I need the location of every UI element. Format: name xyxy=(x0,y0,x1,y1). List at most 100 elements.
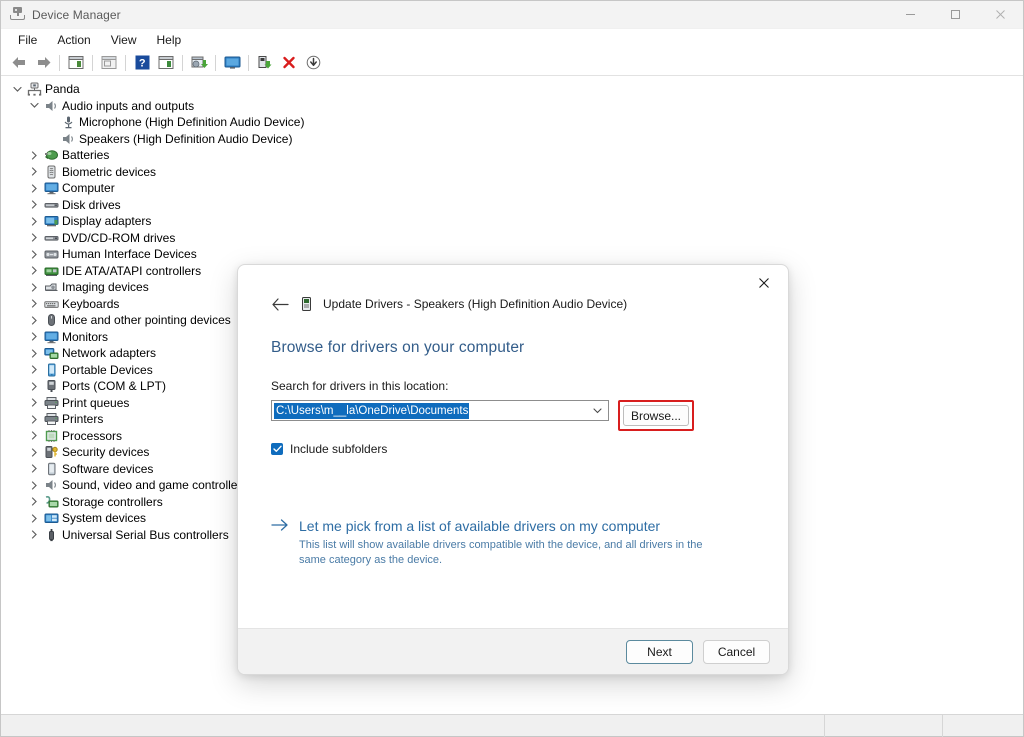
device-view-icon[interactable] xyxy=(154,52,178,74)
status-bar-pane-b xyxy=(943,715,1023,737)
disable-device-icon[interactable] xyxy=(301,52,325,74)
tree-item-label: Universal Serial Bus controllers xyxy=(60,528,229,542)
tree-item-label: Software devices xyxy=(60,462,153,476)
tree-item-label: Printers xyxy=(60,412,103,426)
tree-item[interactable]: Batteries xyxy=(1,147,1023,164)
pick-from-list-block[interactable]: Let me pick from a list of available dri… xyxy=(271,518,755,567)
driver-location-combobox[interactable]: C:\Users\m__la\OneDrive\Documents xyxy=(271,400,609,421)
chevron-right-icon[interactable] xyxy=(26,481,42,490)
tree-item[interactable]: Human Interface Devices xyxy=(1,246,1023,263)
keyboard-icon xyxy=(42,297,60,311)
menu-item-help[interactable]: Help xyxy=(148,31,191,49)
search-location-label: Search for drivers in this location: xyxy=(271,379,755,393)
chevron-right-icon[interactable] xyxy=(26,497,42,506)
chevron-right-icon[interactable] xyxy=(26,266,42,275)
chevron-right-icon[interactable] xyxy=(26,365,42,374)
tree-item-label: Sound, video and game controllers xyxy=(60,478,247,492)
chevron-right-icon[interactable] xyxy=(26,217,42,226)
chevron-right-icon[interactable] xyxy=(26,184,42,193)
enable-device-icon[interactable] xyxy=(253,52,277,74)
include-subfolders-checkbox[interactable] xyxy=(271,443,283,455)
device-tree-pane[interactable]: Panda Audio inputs and outputsMicrophone … xyxy=(1,76,1023,714)
tree-item[interactable]: Computer xyxy=(1,180,1023,197)
toolbar: ? xyxy=(1,50,1023,76)
chevron-right-icon[interactable] xyxy=(26,250,42,259)
status-bar-pane-a xyxy=(825,715,943,737)
chevron-right-icon[interactable] xyxy=(26,349,42,358)
tree-item[interactable]: Biometric devices xyxy=(1,164,1023,181)
menu-item-action[interactable]: Action xyxy=(48,31,99,49)
chevron-right-icon[interactable] xyxy=(26,398,42,407)
chevron-down-icon[interactable] xyxy=(26,102,42,109)
menu-item-view[interactable]: View xyxy=(102,31,146,49)
chevron-right-icon[interactable] xyxy=(26,299,42,308)
port-icon xyxy=(42,379,60,393)
tree-item[interactable]: Speakers (High Definition Audio Device) xyxy=(1,131,1023,148)
dialog-back-icon[interactable] xyxy=(271,295,289,313)
chevron-right-icon[interactable] xyxy=(26,200,42,209)
show-hidden-devices-icon[interactable] xyxy=(97,52,121,74)
device-manager-icon xyxy=(10,7,25,22)
tree-item[interactable]: Audio inputs and outputs xyxy=(1,98,1023,115)
minimize-icon[interactable] xyxy=(888,1,933,29)
maximize-icon[interactable] xyxy=(933,1,978,29)
chevron-right-icon[interactable] xyxy=(26,283,42,292)
cancel-button[interactable]: Cancel xyxy=(703,640,770,664)
speaker-icon xyxy=(42,478,60,492)
properties-icon[interactable] xyxy=(64,52,88,74)
chevron-right-icon[interactable] xyxy=(26,332,42,341)
speaker-icon xyxy=(42,99,60,113)
menu-item-file[interactable]: File xyxy=(9,31,46,49)
tree-item-label: System devices xyxy=(60,511,146,525)
chevron-right-icon[interactable] xyxy=(26,464,42,473)
toolbar-separator xyxy=(125,55,126,71)
close-icon[interactable] xyxy=(978,1,1023,29)
chevron-right-icon[interactable] xyxy=(26,530,42,539)
software-device-icon xyxy=(42,462,60,476)
chevron-right-icon[interactable] xyxy=(26,415,42,424)
tree-item[interactable]: Display adapters xyxy=(1,213,1023,230)
forward-icon[interactable] xyxy=(31,52,55,74)
back-icon[interactable] xyxy=(7,52,31,74)
chevron-right-icon[interactable] xyxy=(26,514,42,523)
camera-icon xyxy=(42,280,60,294)
tree-item-label: Ports (COM & LPT) xyxy=(60,379,166,393)
help-icon[interactable]: ? xyxy=(130,52,154,74)
fingerprint-icon xyxy=(42,165,60,179)
chevron-down-icon[interactable] xyxy=(9,86,25,93)
device-icon xyxy=(299,296,313,312)
chevron-right-icon[interactable] xyxy=(26,151,42,160)
tree-item-label: IDE ATA/ATAPI controllers xyxy=(60,264,201,278)
title-bar-left: Device Manager xyxy=(1,7,888,22)
tree-item[interactable]: Panda xyxy=(1,81,1023,98)
title-bar: Device Manager xyxy=(1,1,1023,29)
monitor-icon xyxy=(42,330,60,344)
uninstall-device-icon[interactable] xyxy=(277,52,301,74)
include-subfolders-row[interactable]: Include subfolders xyxy=(271,442,755,456)
mouse-icon xyxy=(42,313,60,327)
chevron-right-icon[interactable] xyxy=(26,448,42,457)
processor-icon xyxy=(42,429,60,443)
driver-location-value[interactable]: C:\Users\m__la\OneDrive\Documents xyxy=(274,403,469,419)
tree-item-label: Audio inputs and outputs xyxy=(60,99,194,113)
update-driver-icon[interactable] xyxy=(187,52,211,74)
tree-item[interactable]: Microphone (High Definition Audio Device… xyxy=(1,114,1023,131)
chevron-right-icon[interactable] xyxy=(26,382,42,391)
chevron-right-icon[interactable] xyxy=(26,233,42,242)
printer-icon xyxy=(42,412,60,426)
scan-hardware-icon[interactable] xyxy=(220,52,244,74)
svg-text:?: ? xyxy=(138,58,145,70)
tree-item-label: Imaging devices xyxy=(60,280,149,294)
pick-from-list-link[interactable]: Let me pick from a list of available dri… xyxy=(299,518,711,535)
tree-item-label: Panda xyxy=(43,82,80,96)
tree-item-label: Security devices xyxy=(60,445,149,459)
chevron-right-icon[interactable] xyxy=(26,316,42,325)
chevron-right-icon[interactable] xyxy=(26,167,42,176)
browse-button[interactable]: Browse... xyxy=(623,405,689,426)
next-button[interactable]: Next xyxy=(626,640,693,664)
tree-item[interactable]: Disk drives xyxy=(1,197,1023,214)
chevron-down-icon[interactable] xyxy=(593,401,602,420)
tree-item[interactable]: DVD/CD-ROM drives xyxy=(1,230,1023,247)
chevron-right-icon[interactable] xyxy=(26,431,42,440)
security-device-icon xyxy=(42,445,60,459)
